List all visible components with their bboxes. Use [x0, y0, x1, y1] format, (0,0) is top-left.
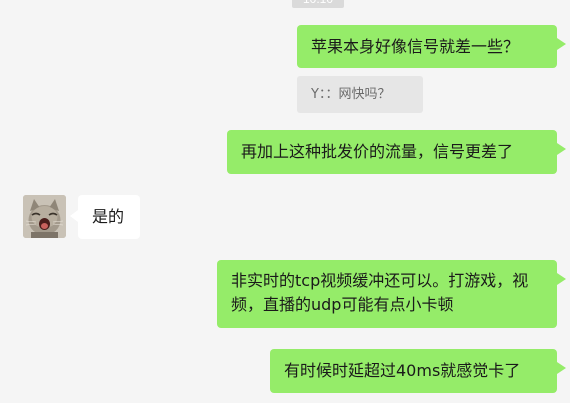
message-bubble-sent[interactable]: 有时候时延超过40ms就感觉卡了: [270, 349, 566, 393]
message-bubble-sent[interactable]: 非实时的tcp视频缓冲还可以。打游戏，视频，直播的udp可能有点小卡顿: [217, 260, 566, 328]
message-bubble-sent[interactable]: 苹果本身好像信号就差一些？: [297, 25, 566, 68]
quoted-message[interactable]: Y：：网快吗？: [297, 76, 423, 113]
message-timestamp: 10:10: [292, 0, 344, 8]
message-text: 非实时的tcp视频缓冲还可以。打游戏，视频，直播的udp可能有点小卡顿: [231, 271, 529, 314]
message-text: 再加上这种批发价的流量，信号更差了: [241, 142, 514, 161]
cat-avatar-image: [23, 195, 66, 238]
message-text: 苹果本身好像信号就差一些？: [311, 37, 520, 56]
message-text: 是的: [92, 207, 125, 226]
quoted-message-text: Y：：网快吗？: [311, 87, 391, 102]
cat-avatar-icon[interactable]: [23, 195, 66, 238]
message-text: 有时候时延超过40ms就感觉卡了: [284, 361, 521, 380]
message-bubble-sent[interactable]: 再加上这种批发价的流量，信号更差了: [227, 130, 566, 174]
message-bubble-received[interactable]: 是的: [70, 195, 140, 239]
